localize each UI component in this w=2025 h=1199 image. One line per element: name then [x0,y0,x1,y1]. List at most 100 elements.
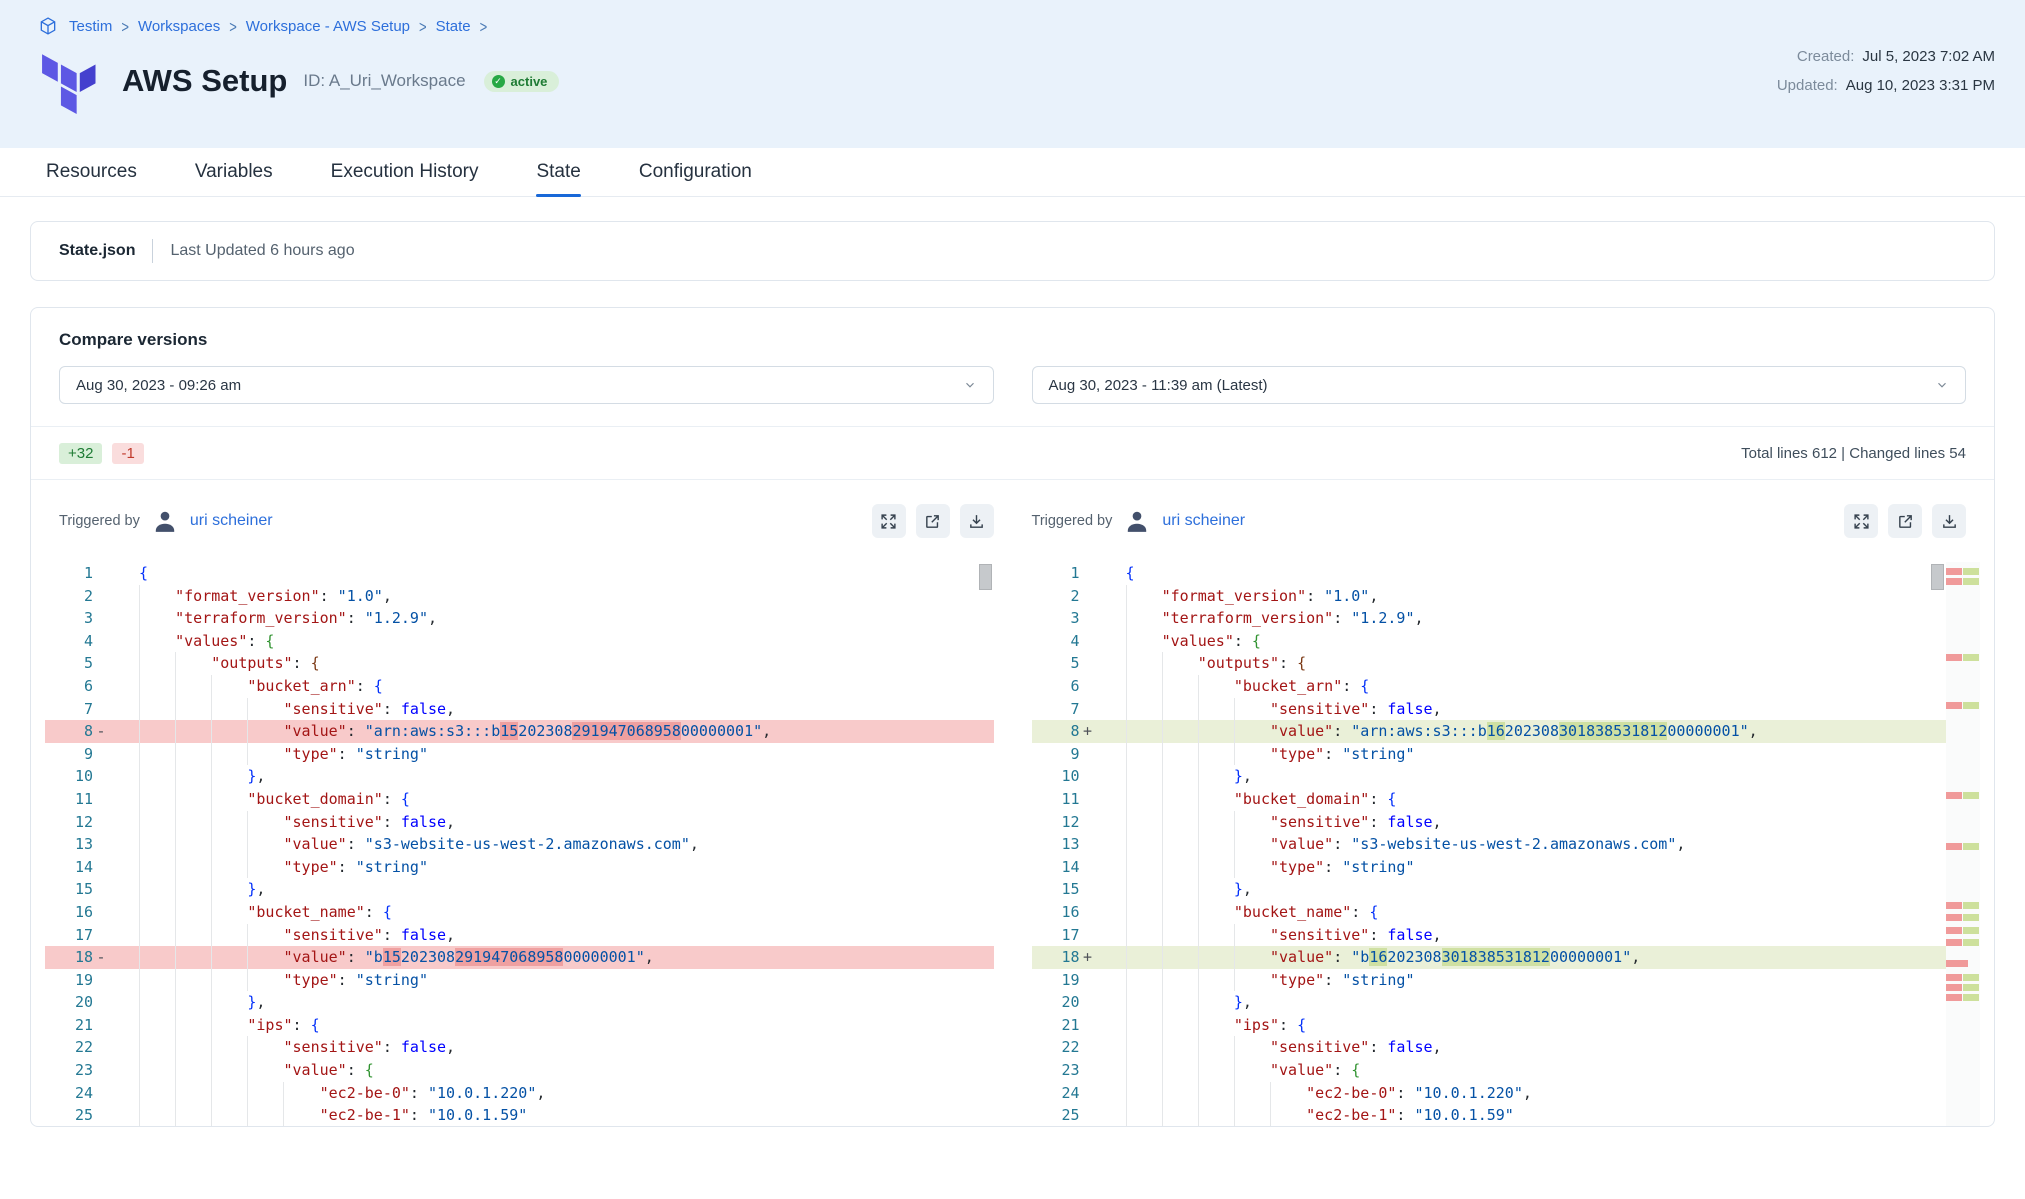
diff-sign [1080,969,1096,992]
compare-title: Compare versions [59,330,1966,350]
chevron-right-icon: > [419,16,427,36]
code-line: 19 "type": "string" [1032,969,1981,992]
diff-sign [1080,607,1096,630]
code-line: 25 "ec2-be-1": "10.0.1.59" [1032,1104,1981,1127]
code-line: 20 }, [1032,991,1981,1014]
line-number: 20 [45,991,93,1014]
diff-sign [1080,652,1096,675]
line-number: 14 [1032,856,1080,879]
breadcrumb-item-workspaces[interactable]: Workspaces [138,18,220,35]
diff-stats-row: +32 -1 Total lines 612 | Changed lines 5… [31,427,1994,479]
line-number: 11 [45,788,93,811]
overview-ruler[interactable] [1946,562,1980,1127]
page-header: Testim > Workspaces > Workspace - AWS Se… [0,0,2025,148]
diff-sign [93,1014,109,1037]
line-number: 19 [1032,969,1080,992]
open-external-button[interactable] [916,504,950,538]
diff-sign [1080,901,1096,924]
code-line: 15 }, [45,878,994,901]
diff-mark [1946,939,1979,946]
line-number: 17 [1032,924,1080,947]
fullscreen-button[interactable] [872,504,906,538]
user-link[interactable]: uri scheiner [1162,512,1245,530]
expand-icon [880,513,897,530]
code-line: 21 "ips": { [1032,1014,1981,1037]
version-select-left[interactable]: Aug 30, 2023 - 09:26 am [59,366,994,404]
code-line: 8+"value": "arn:aws:s3:::b16202308301838… [1032,720,1981,743]
line-number: 24 [1032,1082,1080,1105]
code-line: 16 "bucket_name": { [1032,901,1981,924]
diff-sign: - [93,720,109,743]
breadcrumb-item-state[interactable]: State [436,18,471,35]
diff-mark [1946,927,1979,934]
line-number: 15 [1032,878,1080,901]
diff-mark [1946,914,1979,921]
code-line: 10 }, [45,765,994,788]
tab-execution-history[interactable]: Execution History [331,148,479,196]
line-number: 8 [1032,720,1080,743]
code-line: 18+"value": "b16202308301838531812000000… [1032,946,1981,969]
download-button[interactable] [960,504,994,538]
line-number: 16 [1032,901,1080,924]
triggered-by-label: Triggered by [1032,513,1113,529]
version-select-right[interactable]: Aug 30, 2023 - 11:39 am (Latest) [1032,366,1967,404]
diff-sign [1080,788,1096,811]
tab-configuration[interactable]: Configuration [639,148,752,196]
workspace-meta: Created:Jul 5, 2023 7:02 AM Updated:Aug … [1777,48,1995,106]
diff-sign [93,811,109,834]
package-icon [38,16,58,36]
line-number: 24 [45,1082,93,1105]
diff-sign [1080,878,1096,901]
code-line: 10 }, [1032,765,1981,788]
diff-sign [1080,856,1096,879]
status-badge: ✓ active [484,71,560,92]
download-button[interactable] [1932,504,1966,538]
line-number: 7 [45,698,93,721]
diff-mark [1946,984,1979,991]
diff-sign [93,833,109,856]
tab-state[interactable]: State [536,148,580,196]
chevron-right-icon: > [480,16,488,36]
tab-resources[interactable]: Resources [46,148,137,196]
scrollbar-thumb[interactable] [979,564,992,590]
code-line: 3 "terraform_version": "1.2.9", [45,607,994,630]
panel-header-left: Triggered by uri scheiner [59,504,994,538]
additions-badge: +32 [59,443,102,464]
created-label: Created: [1797,48,1855,65]
tab-variables[interactable]: Variables [195,148,273,196]
updated-value: Aug 10, 2023 3:31 PM [1846,77,1995,94]
code-line: 17 "sensitive": false, [45,924,994,947]
user-link[interactable]: uri scheiner [190,512,273,530]
breadcrumb-item-workspace[interactable]: Workspace - AWS Setup [246,18,410,35]
line-number: 22 [1032,1036,1080,1059]
line-number: 6 [45,675,93,698]
code-line: 21 "ips": { [45,1014,994,1037]
diff-sign [1080,562,1096,585]
scrollbar-thumb[interactable] [1931,564,1944,590]
diff-sign [93,1104,109,1127]
version-select-left-value: Aug 30, 2023 - 09:26 am [76,377,241,394]
page-title: AWS Setup [122,63,287,99]
code-panel-left[interactable]: 1 {2 "format_version": "1.0",3 "terrafor… [45,562,994,1127]
diff-sign [93,901,109,924]
diff-mark [1946,792,1979,799]
code-line: 5 "outputs": { [1032,652,1981,675]
fullscreen-button[interactable] [1844,504,1878,538]
diff-sign [93,562,109,585]
line-number: 13 [1032,833,1080,856]
code-line: 20 }, [45,991,994,1014]
diff-sign: + [1080,946,1096,969]
diff-sign [1080,630,1096,653]
workspace-id: ID: A_Uri_Workspace [303,71,465,91]
breadcrumb-item-testim[interactable]: Testim [69,18,112,35]
code-line: 22 "sensitive": false, [1032,1036,1981,1059]
diff-sign: - [93,946,109,969]
code-panel-right[interactable]: 1 {2 "format_version": "1.0",3 "terrafor… [1032,562,1981,1127]
line-number: 2 [1032,585,1080,608]
chevron-down-icon [1935,378,1949,392]
updated-label: Updated: [1777,77,1838,94]
code-line: 23 "value": { [1032,1059,1981,1082]
line-number: 13 [45,833,93,856]
line-number: 12 [1032,811,1080,834]
open-external-button[interactable] [1888,504,1922,538]
